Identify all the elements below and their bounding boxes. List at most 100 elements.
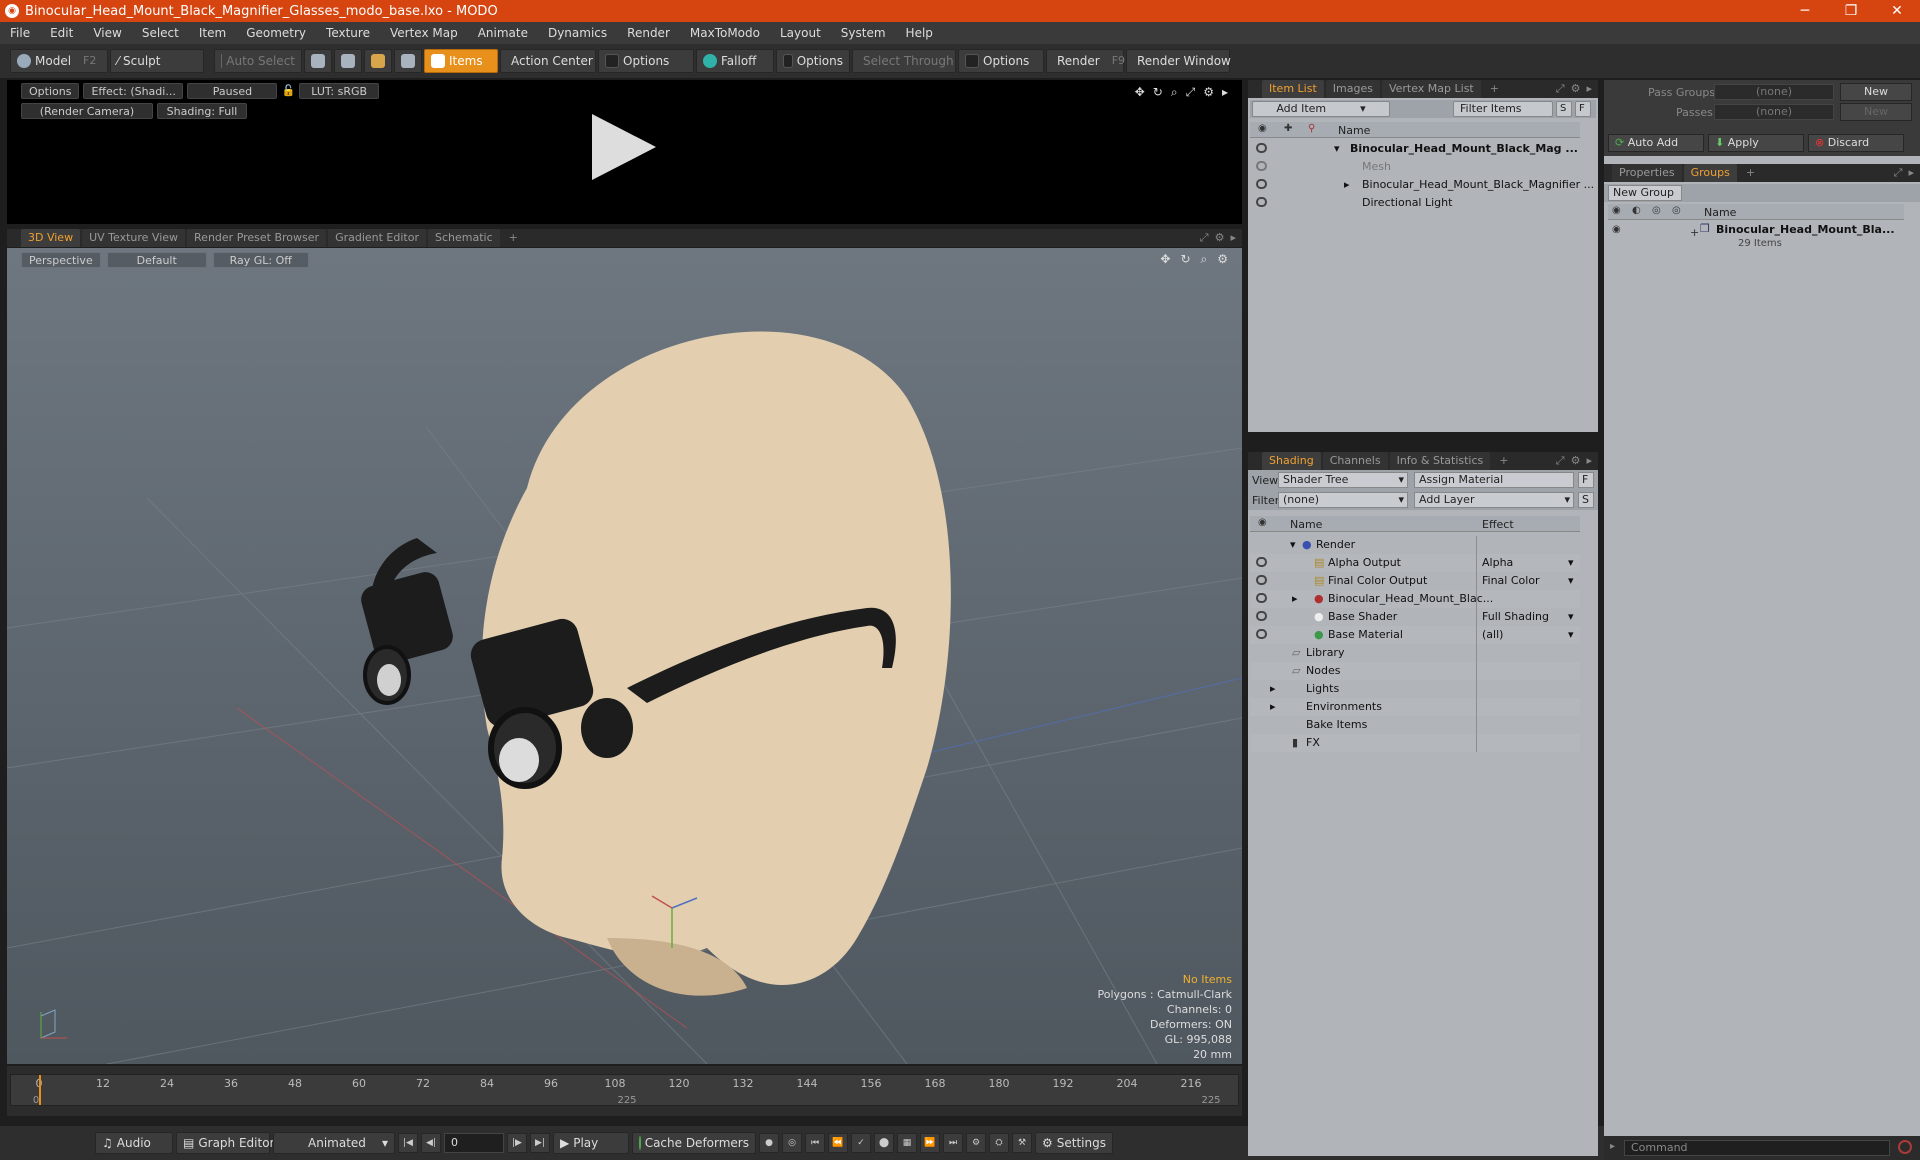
name-column-header[interactable]: Name xyxy=(1338,124,1370,137)
view-dropdown[interactable]: Shader Tree ▾ xyxy=(1278,472,1408,488)
maximize-button[interactable]: ❐ xyxy=(1828,0,1874,22)
raygl-dropdown[interactable]: Ray GL: Off xyxy=(212,252,309,268)
maximize-icon[interactable]: ⤢ xyxy=(1556,454,1565,468)
key-start-button[interactable]: ⏮ xyxy=(805,1133,825,1153)
current-frame-field[interactable]: 0 xyxy=(444,1133,504,1153)
falloff-options-button[interactable]: Options xyxy=(776,49,850,73)
menu-animate[interactable]: Animate xyxy=(468,22,538,44)
tab-uv-texture-view[interactable]: UV Texture View xyxy=(82,229,186,247)
expand-arrow-icon[interactable]: ▾ xyxy=(1290,538,1296,551)
materials-button[interactable] xyxy=(394,49,422,73)
key-back-button[interactable]: ⏪ xyxy=(828,1133,848,1153)
action-center-options-button[interactable]: Options xyxy=(598,49,694,73)
previous-key-button[interactable]: ◀| xyxy=(421,1133,441,1153)
go-to-end-button[interactable]: ▶| xyxy=(530,1133,550,1153)
timeline-ruler[interactable]: 0 12 24 36 48 60 72 84 96 108 120 132 14… xyxy=(10,1074,1239,1106)
gear-icon[interactable]: ⚙ xyxy=(1571,82,1581,96)
record-macro-icon[interactable] xyxy=(1898,1140,1912,1154)
select-through-options-button[interactable]: Options xyxy=(958,49,1044,73)
preview-options-button[interactable]: Options xyxy=(21,83,80,99)
expand-plus-icon[interactable]: + xyxy=(1690,226,1699,239)
filter-dropdown[interactable]: (none) ▾ xyxy=(1278,492,1408,508)
lock-icon[interactable]: 🔓 xyxy=(281,83,295,99)
add-tab-button[interactable]: + xyxy=(502,229,525,247)
table-row[interactable]: ▱ Nodes xyxy=(1250,662,1580,680)
visibility-eye-icon[interactable] xyxy=(1256,629,1267,639)
assign-material-field[interactable]: Assign Material xyxy=(1414,472,1574,488)
expand-arrow-icon[interactable]: ▸ xyxy=(1344,178,1350,191)
list-item[interactable]: ▸ Binocular_Head_Mount_Black_Magnifier ..… xyxy=(1250,176,1594,194)
menu-select[interactable]: Select xyxy=(132,22,189,44)
table-row[interactable]: ● Base Shader Full Shading ▾ xyxy=(1250,608,1580,626)
table-row[interactable]: ▤ Final Color Output Final Color ▾ xyxy=(1250,572,1580,590)
menu-layout[interactable]: Layout xyxy=(770,22,831,44)
arrow-right-icon[interactable]: ▸ xyxy=(1908,166,1914,180)
auto-select-button[interactable]: Auto Select xyxy=(214,49,302,73)
filter-toggle-button[interactable]: F xyxy=(1575,101,1591,117)
expand-arrow-icon[interactable]: ▸ xyxy=(1270,682,1276,695)
chevron-down-icon[interactable]: ▾ xyxy=(1568,574,1574,587)
polygons-button[interactable] xyxy=(364,49,392,73)
maximize-icon[interactable]: ⤢ xyxy=(1894,166,1903,180)
gear-icon[interactable]: ⚙ xyxy=(1217,252,1228,267)
paused-button[interactable]: Paused xyxy=(187,83,278,99)
chevron-down-icon[interactable]: ▾ xyxy=(1568,610,1574,623)
shader-item-effect[interactable]: Alpha xyxy=(1482,556,1513,569)
key-end-button[interactable]: ⏭ xyxy=(943,1133,963,1153)
effect-column-header[interactable]: Effect xyxy=(1482,518,1514,531)
maximize-icon[interactable]: ⤢ xyxy=(1200,231,1209,245)
action-center-button[interactable]: Action Center xyxy=(500,49,596,73)
record-key-button[interactable]: ● xyxy=(759,1133,779,1153)
menu-texture[interactable]: Texture xyxy=(316,22,380,44)
table-row[interactable]: ▸ ● Binocular_Head_Mount_Blac... xyxy=(1250,590,1580,608)
auto-add-button[interactable]: ⟳ Auto Add xyxy=(1608,134,1704,152)
apply-button[interactable]: ⬇ Apply xyxy=(1708,134,1804,152)
key-toggle-button[interactable]: ✓ xyxy=(851,1133,871,1153)
next-key-button[interactable]: |▶ xyxy=(507,1133,527,1153)
tab-gradient-editor[interactable]: Gradient Editor xyxy=(328,229,426,247)
arrow-right-icon[interactable]: ▸ xyxy=(1230,231,1236,245)
camera-dropdown[interactable]: (Render Camera) xyxy=(21,103,153,119)
record-button[interactable]: ⬤ xyxy=(874,1133,894,1153)
visibility-eye-icon[interactable] xyxy=(1256,197,1267,207)
table-row[interactable]: ▸ Environments xyxy=(1250,698,1580,716)
model-mode-button[interactable]: Model F2 xyxy=(10,49,108,73)
visibility-eye-icon[interactable] xyxy=(1256,575,1267,585)
render-window-button[interactable]: Render Window xyxy=(1126,49,1231,73)
menu-system[interactable]: System xyxy=(831,22,896,44)
table-row[interactable]: ▾ ● Render xyxy=(1250,536,1580,554)
tab-images[interactable]: Images xyxy=(1325,80,1380,98)
tab-shading[interactable]: Shading xyxy=(1262,452,1321,470)
gear-icon[interactable]: ⚙ xyxy=(1215,231,1225,245)
menu-maxtomodo[interactable]: MaxToModo xyxy=(680,22,770,44)
expand-arrow-icon[interactable]: ▸ xyxy=(1292,592,1298,605)
items-mode-button[interactable]: Items xyxy=(424,49,498,73)
vertices-button[interactable] xyxy=(304,49,332,73)
go-to-start-button[interactable]: |◀ xyxy=(398,1133,418,1153)
shader-item-effect[interactable]: (all) xyxy=(1482,628,1503,641)
list-item[interactable]: Mesh xyxy=(1250,158,1580,176)
new-group-button[interactable]: New Group xyxy=(1608,185,1682,201)
menu-dynamics[interactable]: Dynamics xyxy=(538,22,617,44)
visibility-eye-icon[interactable] xyxy=(1256,161,1267,171)
gear-icon[interactable]: ⚙ xyxy=(1571,454,1581,468)
key-sets-button[interactable]: ⚒ xyxy=(1012,1133,1032,1153)
play-button[interactable]: ▶ Play xyxy=(553,1132,629,1154)
search-toggle-button[interactable]: S xyxy=(1556,101,1572,117)
list-item[interactable]: ▾ Binocular_Head_Mount_Black_Mag ... xyxy=(1250,140,1580,158)
add-item-dropdown[interactable]: Add Item ▾ xyxy=(1252,101,1390,117)
group-row[interactable]: ◉ + ❐ Binocular_Head_Mount_Bla... 29 Ite… xyxy=(1608,222,1904,254)
key-options-button[interactable]: ⚙ xyxy=(966,1133,986,1153)
minimize-button[interactable]: ─ xyxy=(1782,0,1828,22)
menu-edit[interactable]: Edit xyxy=(40,22,83,44)
add-tab-button[interactable]: + xyxy=(1483,80,1506,98)
menu-file[interactable]: File xyxy=(0,22,40,44)
chevron-down-icon[interactable]: ▾ xyxy=(1568,628,1574,641)
menu-vertex-map[interactable]: Vertex Map xyxy=(380,22,468,44)
move-icon[interactable]: ✥ xyxy=(1135,85,1145,100)
key-forward-button[interactable]: ⏩ xyxy=(920,1133,940,1153)
table-row[interactable]: ● Base Material (all) ▾ xyxy=(1250,626,1580,644)
render-button[interactable]: Render F9 xyxy=(1046,49,1125,73)
visibility-eye-icon[interactable] xyxy=(1256,557,1267,567)
audio-button[interactable]: ♫ Audio xyxy=(95,1132,173,1154)
